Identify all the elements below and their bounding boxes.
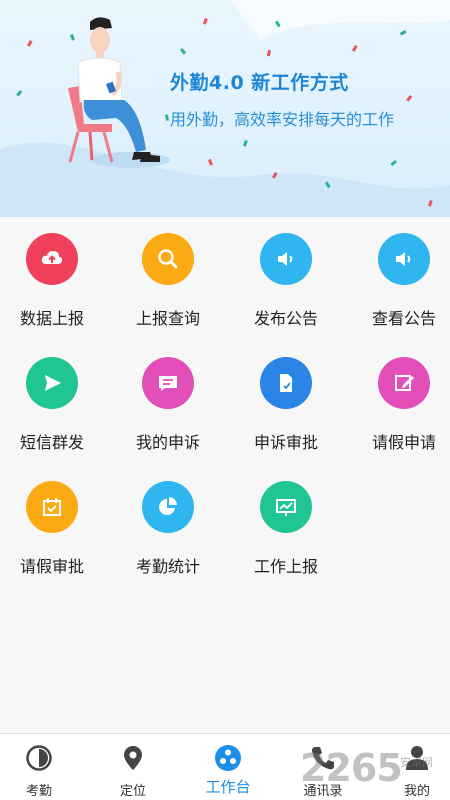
banner-title: 外勤4.0 新工作方式 [170, 72, 349, 94]
grid-item-label: 数据上报 [19, 309, 84, 328]
grid-item-leave-approval[interactable]: 请假审批 [0, 465, 108, 585]
edit-icon [378, 357, 430, 409]
grid-item-label: 请假申请 [371, 433, 436, 452]
function-grid: 数据上报 上报查询 发布公告 查看公告 短信群发 我的申诉 申诉审批 请假申请 … [0, 217, 450, 733]
grid-item-leave-request[interactable]: 请假申请 [348, 341, 450, 461]
grid-item-my-appeal[interactable]: 我的申诉 [112, 341, 224, 461]
grid-item-sms-broadcast[interactable]: 短信群发 [0, 341, 108, 461]
grid-item-view-notice[interactable]: 查看公告 [348, 217, 450, 337]
grid-item-publish-notice[interactable]: 发布公告 [230, 217, 342, 337]
presentation-icon [260, 481, 312, 533]
grid-item-label: 短信群发 [19, 433, 84, 452]
grid-item-label: 申诉审批 [253, 433, 318, 452]
send-icon [26, 357, 78, 409]
workbench-icon [215, 745, 241, 771]
grid-item-label: 上报查询 [135, 309, 200, 328]
app-screen: 外勤4.0 新工作方式 用外勤，高效率安排每天的工作 数据上报 上报查询 发布公… [0, 0, 450, 800]
grid-item-attendance-stats[interactable]: 考勤统计 [112, 465, 224, 585]
grid-item-label: 考勤统计 [135, 557, 200, 576]
location-pin-icon [124, 746, 142, 770]
tab-workbench[interactable]: 工作台 [183, 734, 273, 800]
banner-subtitle: 用外勤，高效率安排每天的工作 [170, 110, 395, 129]
tab-label: 定位 [119, 784, 146, 799]
speaker-icon [260, 233, 312, 285]
tab-label: 我的 [403, 784, 430, 799]
grid-item-label: 请假审批 [19, 557, 84, 576]
grid-item-label: 我的申诉 [135, 433, 200, 452]
grid-item-label: 发布公告 [253, 309, 318, 328]
tab-mine[interactable]: 我的 [372, 734, 450, 800]
pie-chart-icon [142, 481, 194, 533]
grid-item-label: 查看公告 [371, 309, 436, 328]
document-check-icon [260, 357, 312, 409]
person-icon [406, 746, 428, 770]
grid-item-appeal-approval[interactable]: 申诉审批 [230, 341, 342, 461]
banner: 外勤4.0 新工作方式 用外勤，高效率安排每天的工作 [0, 0, 450, 217]
tab-label: 通讯录 [303, 784, 343, 799]
grid-item-report-query[interactable]: 上报查询 [112, 217, 224, 337]
search-icon [142, 233, 194, 285]
cloud-upload-icon [26, 233, 78, 285]
tab-attendance[interactable]: 考勤 [0, 734, 84, 800]
tab-contacts[interactable]: 通讯录 [278, 734, 368, 800]
grid-item-work-report[interactable]: 工作上报 [230, 465, 342, 585]
speaker-icon [378, 233, 430, 285]
bottom-tab-bar: 考勤 定位 工作台 通讯录 我的 [0, 733, 450, 800]
tab-location[interactable]: 定位 [88, 734, 178, 800]
tab-label: 工作台 [205, 778, 251, 796]
phone-icon [312, 747, 334, 770]
message-icon [142, 357, 194, 409]
clock-icon [26, 745, 52, 771]
calendar-check-icon [26, 481, 78, 533]
grid-item-label: 工作上报 [253, 557, 318, 576]
tab-label: 考勤 [25, 784, 52, 799]
grid-item-data-report[interactable]: 数据上报 [0, 217, 108, 337]
